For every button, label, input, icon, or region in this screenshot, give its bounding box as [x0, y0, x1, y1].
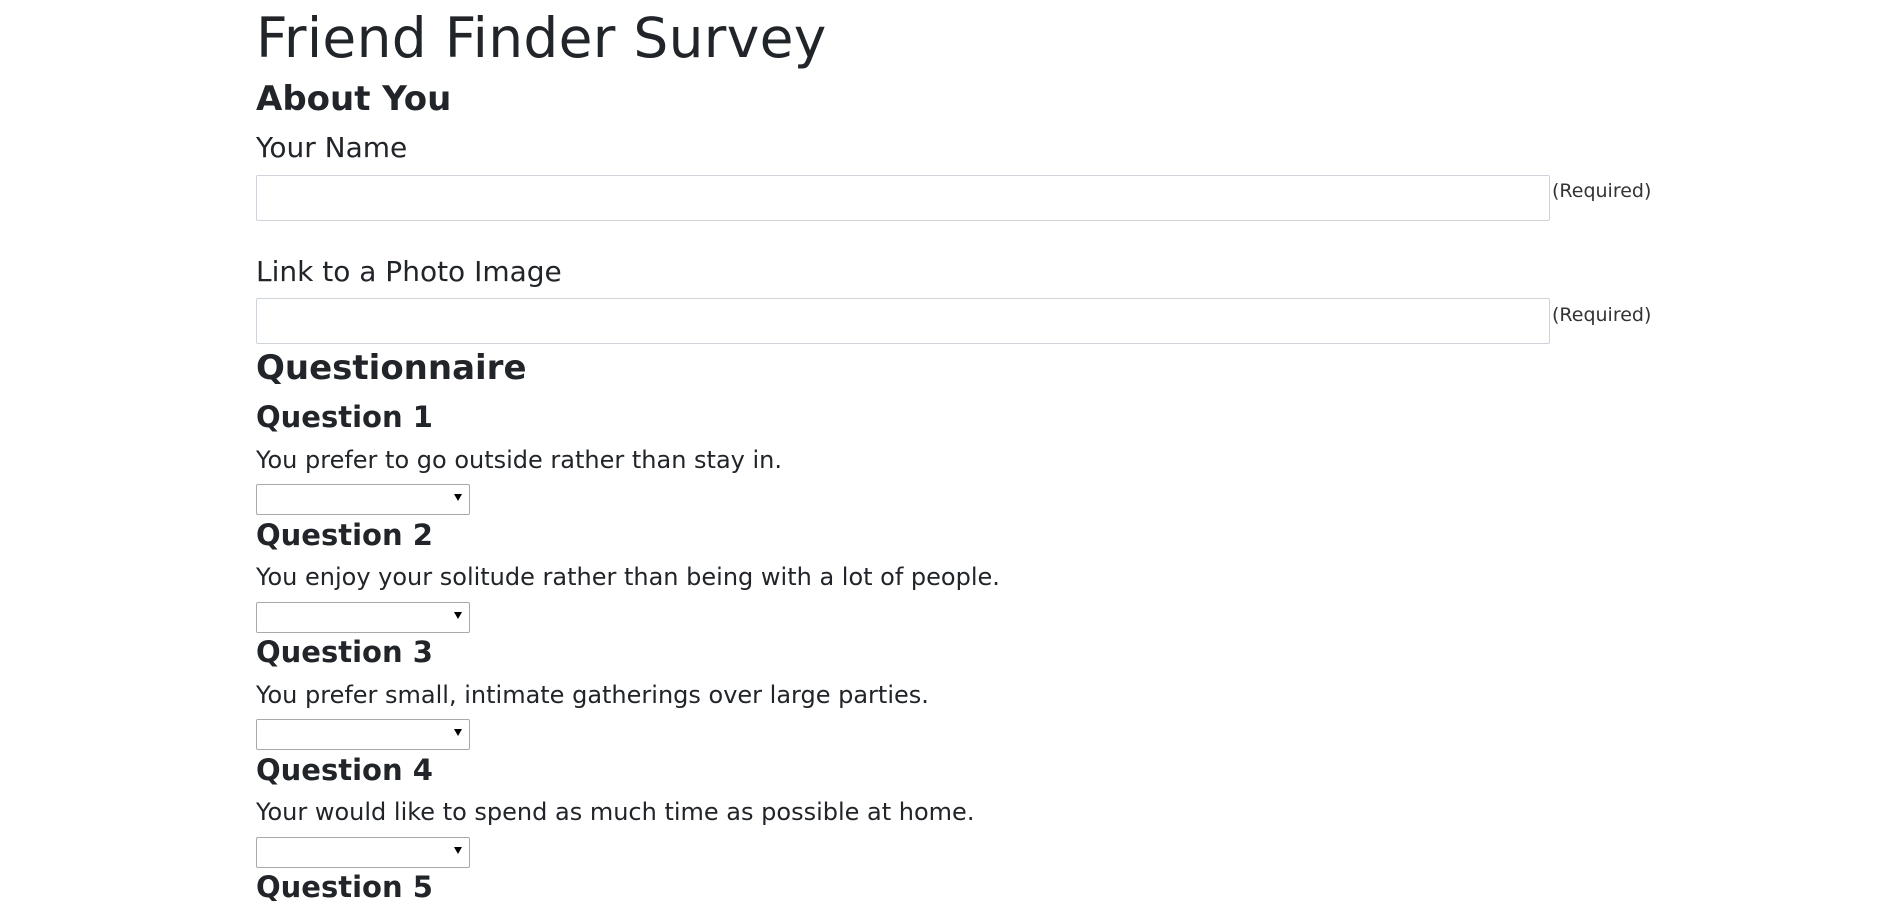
question-3-text: You prefer small, intimate gatherings ov… — [256, 681, 929, 709]
photo-label: Link to a Photo Image — [256, 255, 562, 288]
name-label: Your Name — [256, 131, 408, 164]
questionnaire-heading: Questionnaire — [256, 348, 527, 388]
chevron-down-icon — [454, 612, 462, 619]
question-5-heading: Question 5 — [256, 870, 433, 901]
question-4-select[interactable] — [256, 837, 470, 868]
question-1-select[interactable] — [256, 484, 470, 515]
about-you-heading: About You — [256, 79, 452, 119]
name-required-note: (Required) — [1552, 180, 1652, 202]
question-2-heading: Question 2 — [256, 518, 433, 552]
question-4-text: Your would like to spend as much time as… — [256, 798, 975, 826]
question-2-select[interactable] — [256, 602, 470, 633]
photo-required-note: (Required) — [1552, 304, 1652, 326]
question-3-heading: Question 3 — [256, 635, 433, 669]
question-4-heading: Question 4 — [256, 753, 433, 787]
question-3-select[interactable] — [256, 719, 470, 750]
chevron-down-icon — [454, 494, 462, 501]
question-1-text: You prefer to go outside rather than sta… — [256, 446, 783, 474]
photo-link-input[interactable] — [256, 298, 1550, 344]
name-input[interactable] — [256, 175, 1550, 221]
chevron-down-icon — [454, 847, 462, 854]
page-title: Friend Finder Survey — [256, 6, 827, 70]
chevron-down-icon — [454, 729, 462, 736]
question-1-heading: Question 1 — [256, 400, 433, 434]
question-2-text: You enjoy your solitude rather than bein… — [256, 563, 1000, 591]
